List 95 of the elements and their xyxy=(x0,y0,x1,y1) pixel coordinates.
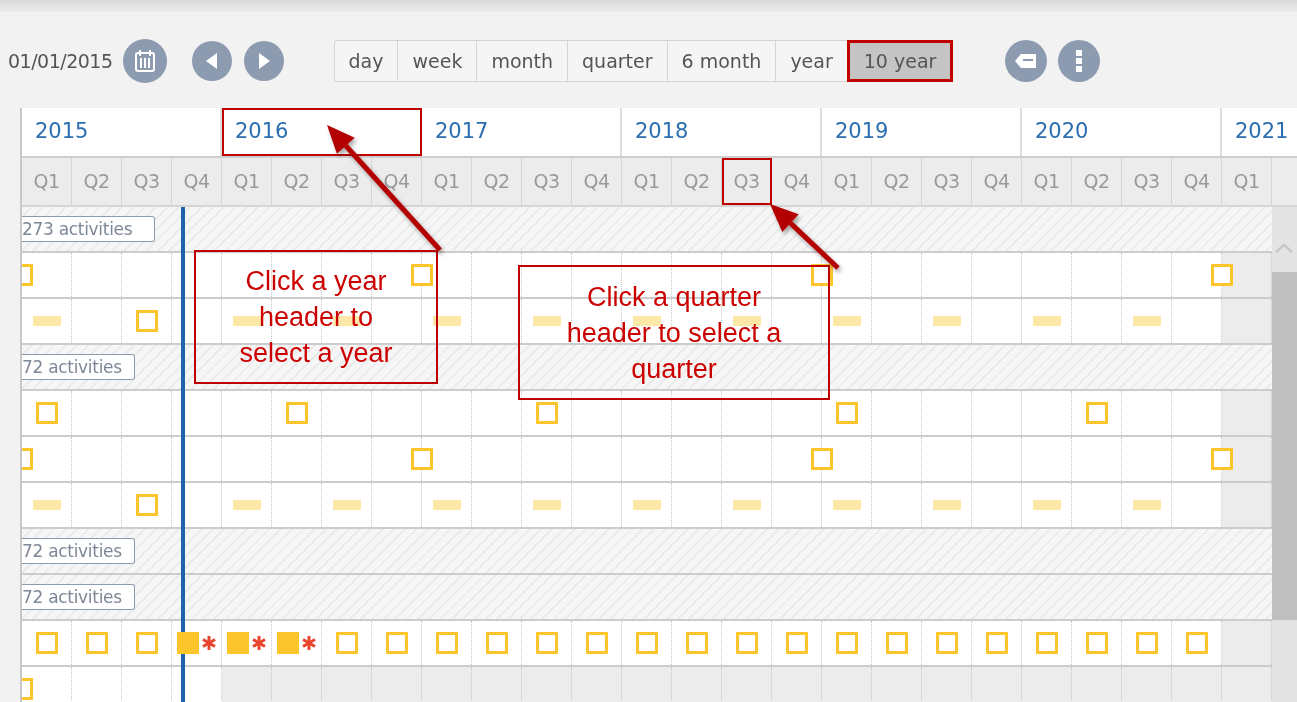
more-icon[interactable] xyxy=(1058,40,1101,82)
milestone-marker[interactable] xyxy=(985,632,1008,654)
zoom-tab[interactable]: year xyxy=(775,40,847,82)
asterisk-icon xyxy=(202,636,216,650)
milestone-marker[interactable] xyxy=(1185,632,1208,654)
milestone-marker[interactable] xyxy=(177,632,199,654)
quarter-header[interactable]: Q3 xyxy=(722,158,772,205)
milestone-marker[interactable] xyxy=(85,632,108,654)
milestone-marker[interactable] xyxy=(135,310,158,332)
quarter-header[interactable]: Q4 xyxy=(772,158,822,205)
activity-count[interactable]: 72 activities xyxy=(22,584,135,610)
milestone-marker[interactable] xyxy=(135,494,158,516)
quarter-header[interactable]: Q2 xyxy=(672,158,722,205)
milestone-marker[interactable] xyxy=(227,632,249,654)
quarter-header[interactable]: Q2 xyxy=(72,158,122,205)
milestone-marker[interactable] xyxy=(485,632,508,654)
milestone-marker[interactable] xyxy=(935,632,958,654)
quarter-header[interactable]: Q4 xyxy=(572,158,622,205)
milestone-marker[interactable] xyxy=(835,402,858,424)
zoom-tab[interactable]: quarter xyxy=(567,40,667,82)
milestone-marker[interactable] xyxy=(285,402,308,424)
activity-count[interactable]: 72 activities xyxy=(22,354,135,380)
year-header[interactable]: 2018 xyxy=(622,108,822,156)
milestone-marker[interactable] xyxy=(1211,264,1233,286)
quarter-header[interactable]: Q1 xyxy=(822,158,872,205)
quarter-header[interactable]: Q2 xyxy=(872,158,922,205)
milestone-marker[interactable] xyxy=(535,632,558,654)
quarter-header[interactable]: Q1 xyxy=(22,158,72,205)
milestone-marker[interactable] xyxy=(635,632,658,654)
activity-count[interactable]: 273 activities xyxy=(22,216,156,242)
activity-bar[interactable] xyxy=(432,316,461,326)
year-header[interactable]: 2019 xyxy=(822,108,1022,156)
milestone-marker[interactable] xyxy=(135,632,158,654)
quarter-header[interactable]: Q4 xyxy=(972,158,1022,205)
milestone-marker[interactable] xyxy=(277,632,299,654)
quarter-header[interactable]: Q1 xyxy=(1222,158,1272,205)
milestone-marker[interactable] xyxy=(585,632,608,654)
milestone-marker[interactable] xyxy=(411,264,433,286)
quarter-header[interactable]: Q1 xyxy=(622,158,672,205)
quarter-header[interactable]: Q3 xyxy=(322,158,372,205)
tag-icon[interactable] xyxy=(1005,40,1048,82)
quarter-header[interactable]: Q1 xyxy=(222,158,272,205)
milestone-marker[interactable] xyxy=(1035,632,1058,654)
milestone-marker[interactable] xyxy=(385,632,408,654)
zoom-tab[interactable]: week xyxy=(397,40,477,82)
milestone-marker[interactable] xyxy=(335,632,358,654)
zoom-tab[interactable]: month xyxy=(476,40,568,82)
milestone-marker[interactable] xyxy=(685,632,708,654)
callout: Click a year header to select a year xyxy=(194,250,438,384)
quarter-header[interactable]: Q4 xyxy=(372,158,422,205)
scrollbar[interactable] xyxy=(1272,207,1297,702)
asterisk-icon xyxy=(252,636,266,650)
zoom-tab[interactable]: day xyxy=(333,40,398,82)
milestone-marker[interactable] xyxy=(835,632,858,654)
milestone-marker[interactable] xyxy=(411,448,433,470)
activity-count[interactable]: 72 activities xyxy=(22,538,135,564)
milestone-marker[interactable] xyxy=(811,448,833,470)
milestone-marker[interactable] xyxy=(885,632,908,654)
quarter-header[interactable]: Q1 xyxy=(1022,158,1072,205)
previous-icon[interactable] xyxy=(191,41,232,81)
date-label: 01/01/2015 xyxy=(8,50,113,72)
scroll-thumb[interactable] xyxy=(1272,272,1297,620)
year-header[interactable]: 2021 xyxy=(1222,108,1297,156)
next-icon[interactable] xyxy=(243,41,284,81)
calendar-icon[interactable] xyxy=(122,39,167,83)
zoom-tab[interactable]: 6 month xyxy=(666,40,776,82)
year-header[interactable]: 2017 xyxy=(422,108,622,156)
quarter-header[interactable]: Q3 xyxy=(1122,158,1172,205)
zoom-tab[interactable]: 10 year xyxy=(846,40,954,82)
milestone-marker[interactable] xyxy=(785,632,808,654)
milestone-marker[interactable] xyxy=(1085,632,1108,654)
quarter-header[interactable]: Q4 xyxy=(172,158,222,205)
milestone-marker[interactable] xyxy=(1135,632,1158,654)
year-header[interactable]: 2015 xyxy=(22,108,222,156)
quarter-header[interactable]: Q4 xyxy=(1172,158,1222,205)
quarter-header[interactable]: Q2 xyxy=(272,158,322,205)
milestone-marker[interactable] xyxy=(535,402,558,424)
callout: Click a quarter header to select a quarter xyxy=(518,265,830,400)
year-header[interactable]: 2020 xyxy=(1022,108,1222,156)
milestone-marker[interactable] xyxy=(735,632,758,654)
quarter-header[interactable]: Q3 xyxy=(922,158,972,205)
milestone-marker[interactable] xyxy=(435,632,458,654)
milestone-marker[interactable] xyxy=(35,402,58,424)
asterisk-icon xyxy=(302,636,316,650)
milestone-marker[interactable] xyxy=(1211,448,1233,470)
milestone-marker[interactable] xyxy=(1085,402,1108,424)
quarter-header[interactable]: Q1 xyxy=(422,158,472,205)
quarter-header[interactable]: Q3 xyxy=(522,158,572,205)
quarter-header[interactable]: Q2 xyxy=(1072,158,1122,205)
quarter-header[interactable]: Q3 xyxy=(122,158,172,205)
quarter-header[interactable]: Q2 xyxy=(472,158,522,205)
milestone-marker[interactable] xyxy=(35,632,58,654)
scroll-up-icon[interactable] xyxy=(1275,243,1293,253)
arrow xyxy=(770,204,840,270)
year-header[interactable]: 2016 xyxy=(222,108,422,156)
